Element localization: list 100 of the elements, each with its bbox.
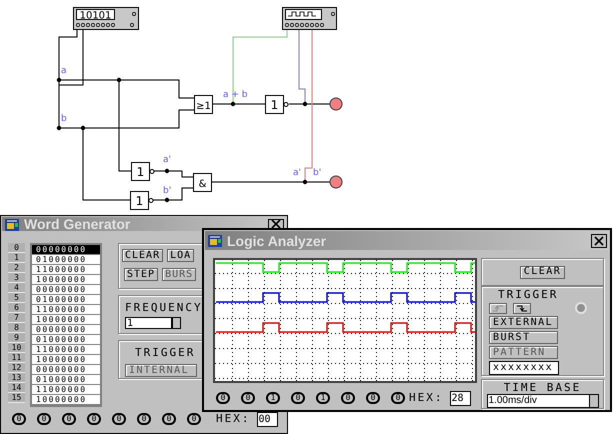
word-row[interactable]: 11000000 [32,345,100,355]
word-row[interactable]: 11000000 [32,265,100,275]
row-number: 14 [8,383,25,393]
row-number: 4 [8,283,25,293]
window-title: Logic Analyzer [227,234,328,248]
word-row[interactable]: 00000000 [32,245,100,255]
app-icon [207,233,223,248]
close-button[interactable] [591,234,607,248]
junction-dot [164,198,170,202]
frequency-label: FREQUENCY [125,302,204,313]
row-number: 5 [8,293,25,303]
inverter-gate: 1 [265,95,288,114]
junction-dot [56,126,62,130]
junction-dot [230,102,236,106]
hex-field[interactable]: 00 [256,412,278,427]
row-number: 15 [8,393,25,403]
trigger-label: TRIGGER [134,347,196,358]
frequency-field[interactable]: 1 [125,317,172,329]
button[interactable]: LOA [167,249,194,262]
row-number: 7 [8,313,25,323]
word-row[interactable]: 10000000 [32,275,100,285]
close-button[interactable] [268,218,284,230]
row-number: 9 [8,333,25,343]
close-icon [594,236,604,246]
output-indicator: 0 [12,413,26,426]
output-indicator: 0 [291,392,305,404]
rising-edge-icon [492,304,504,312]
wire [152,170,194,178]
word-row[interactable]: 01000000 [32,295,100,305]
spinner-icon[interactable] [172,317,181,329]
trigger-label: TRIGGER [497,289,560,300]
row-number: 6 [8,303,25,313]
output-indicator: 0 [162,413,176,426]
output-indicator: 0 [112,413,126,426]
wire [152,188,194,200]
output-indicator: 0 [87,413,101,426]
spinner-icon[interactable] [588,395,598,407]
app-icon [4,216,20,232]
output-indicator: 0 [341,392,355,404]
row-number: 8 [8,323,25,333]
falling-edge-icon [516,304,528,312]
time-base-field[interactable]: 1.00ms/div [486,394,598,408]
word-row[interactable]: 01000000 [32,255,100,265]
word-row[interactable]: 10000000 [32,395,100,405]
word-row[interactable]: 01000000 [32,335,100,345]
wire-label: b' [163,186,172,196]
wire-label: b' [313,168,322,178]
word-row[interactable]: 00000000 [32,325,100,335]
output-indicator: 0 [241,392,255,404]
inverter-gate: 1 [130,191,154,210]
output-indicator: 1 [266,392,280,404]
hex-field[interactable]: 28 [450,390,470,406]
row-number: 11 [8,353,25,363]
junction-dot [302,102,308,106]
junction-dot [56,78,62,82]
button[interactable]: CLEAR [520,266,566,278]
junction-dot [80,126,86,130]
wire-label: a' [163,155,171,165]
output-indicator: 0 [62,413,76,426]
junction-dot [302,180,308,184]
junction-dot [164,168,170,174]
pattern-field[interactable]: xxxxxxxx [489,361,559,375]
row-number: 13 [8,373,25,383]
hex-label: HEX: [409,390,444,406]
button[interactable]: EXTERNAL [489,316,558,329]
word-row[interactable]: 00000000 [32,285,100,295]
output-indicator: 0 [137,413,151,426]
word-row[interactable]: 10000000 [32,315,100,325]
logic-analyzer-device [282,7,337,30]
hex-label: HEX: [216,411,250,427]
or-gate: ≥1 [194,95,213,114]
junction-dot [116,78,122,82]
output-indicator: 0 [216,392,230,404]
output-indicator: 0 [391,392,405,404]
button[interactable]: CLEAR [122,249,164,262]
word-row[interactable]: 11000000 [32,305,100,315]
word-row[interactable]: 11000000 [32,385,100,395]
wire-label: a [61,66,67,76]
output-indicator: 1 [316,392,330,404]
inverter-gate: 1 [131,162,154,181]
row-number: 1 [8,253,25,263]
word-row[interactable]: 00000000 [32,365,100,375]
output-indicator: 0 [187,413,201,426]
row-number: 3 [8,273,25,283]
output-indicator: 0 [37,413,51,426]
and-gate: & [193,173,212,192]
row-number: 10 [8,343,25,353]
time-base-label: TIME BASE [504,382,582,393]
window-title: Word Generator [24,217,132,231]
wire-label: a' [293,168,301,178]
row-number: 2 [8,263,25,273]
output-indicator: 0 [366,392,380,404]
falling-edge-button[interactable] [513,302,531,314]
wire-label: b [61,114,67,124]
button[interactable]: BURST [489,331,558,344]
word-row[interactable]: 10000000 [32,355,100,365]
word-row[interactable]: 01000000 [32,375,100,385]
row-number: 0 [8,243,25,253]
word-generator-device: 10101 [73,7,139,30]
button[interactable]: STEP [124,268,158,281]
